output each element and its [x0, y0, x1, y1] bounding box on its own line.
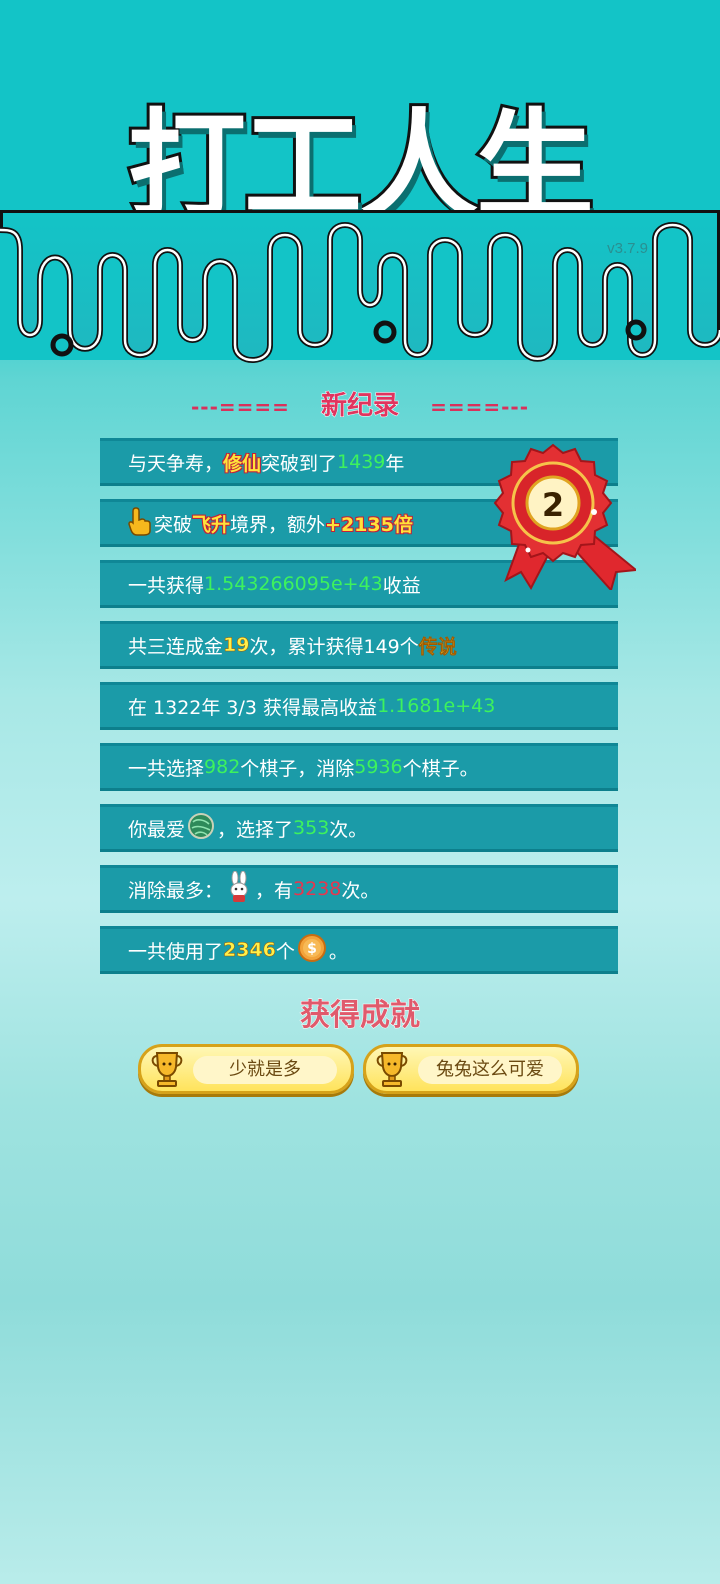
trophy-icon — [151, 1052, 183, 1087]
record-value: 982 — [204, 756, 241, 778]
record-row-pieces: 一共选择 982 个棋子，消除 5936 个棋子。 — [100, 743, 618, 791]
record-value: 1439 — [337, 451, 386, 473]
drip-wave-decoration — [0, 210, 720, 363]
record-text: 个棋子，消除 — [240, 757, 355, 780]
record-highlight: 修仙 — [223, 452, 262, 475]
record-text: 次。 — [341, 879, 380, 902]
heading-dash-right: ====--- — [430, 395, 529, 419]
record-text: 。 — [328, 940, 348, 963]
record-text: 个 — [275, 940, 295, 963]
record-row-most-eliminated: 消除最多： ，有 3238 次。 — [100, 865, 618, 913]
record-text: 共三连成金 — [128, 635, 224, 658]
record-text: 一共获得 — [128, 574, 205, 597]
record-text: 个棋子。 — [402, 757, 479, 780]
new-record-heading: ---==== 新纪录 ====--- — [0, 385, 720, 422]
record-text: 一共使用了 — [128, 940, 224, 963]
record-text: 年 — [385, 452, 405, 475]
record-value: 353 — [293, 817, 330, 839]
achievement-label: 兔兔这么可爱 — [418, 1056, 562, 1084]
record-text: 收益 — [382, 574, 421, 597]
record-text: 境界，额外 — [230, 513, 326, 536]
record-text: 突破到了 — [261, 452, 338, 475]
achievement-badge[interactable]: 少就是多 — [138, 1044, 354, 1094]
record-row-coins-used: 一共使用了 2346 个 $ 。 — [100, 926, 618, 974]
record-value: 1.543266095e+43 — [204, 573, 383, 595]
record-text: 次。 — [329, 818, 368, 841]
record-text: ，有 — [255, 879, 294, 902]
record-text: 次，累计获得149个 — [249, 635, 419, 658]
trophy-icon — [376, 1052, 408, 1087]
coin-icon: $ — [297, 933, 327, 968]
record-text: 突破 — [154, 513, 193, 536]
record-row-favorite: 你最爱 ，选择了 353 次。 — [100, 804, 618, 852]
record-text: ，选择了 — [217, 818, 294, 841]
bunny-icon — [225, 870, 253, 908]
record-value: 3238 — [293, 878, 342, 900]
record-value: 19 — [223, 634, 250, 657]
achievements-heading: 获得成就 — [300, 998, 421, 1034]
achievement-label: 少就是多 — [193, 1056, 337, 1084]
record-text: 消除最多： — [128, 879, 224, 902]
record-value: 1.1681e+43 — [377, 695, 496, 717]
record-value: 5936 — [354, 756, 403, 778]
heading-text: 新纪录 — [320, 391, 399, 422]
green-orb-icon — [187, 812, 215, 845]
record-row-best-income: 在 1322年 3/3 获得最高收益 1.1681e+43 — [100, 682, 618, 730]
medal-rank-number: 2 — [542, 486, 564, 524]
record-text: 一共选择 — [128, 757, 205, 780]
record-value: 2346 — [223, 939, 276, 962]
rank-medal-icon: 2 — [493, 443, 636, 590]
achievement-badge[interactable]: 兔兔这么可爱 — [363, 1044, 579, 1094]
pointing-hand-icon — [128, 506, 152, 541]
record-row-triple-gold: 共三连成金 19 次，累计获得149个 传说 — [100, 621, 618, 669]
record-text: 在 1322年 3/3 获得最高收益 — [128, 696, 378, 719]
svg-text:$: $ — [307, 941, 317, 957]
record-text: 你最爱 — [128, 818, 186, 841]
record-highlight: 飞升 — [192, 513, 231, 536]
version-label: v3.7.9 — [607, 240, 648, 257]
heading-dash-left: ---==== — [190, 395, 290, 419]
record-highlight: 传说 — [418, 635, 457, 658]
record-highlight: +2135倍 — [325, 513, 413, 536]
record-text: 与天争寿， — [128, 452, 224, 475]
